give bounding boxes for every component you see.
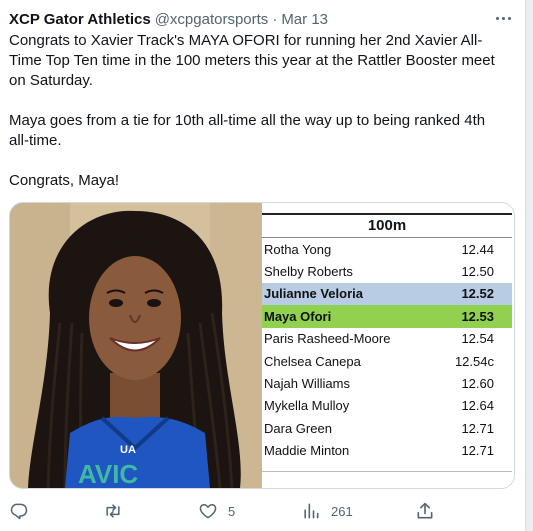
athlete-time: 12.50 (461, 264, 494, 280)
tweet[interactable]: XCP Gator Athletics @xcpgatorsports · Ma… (0, 0, 533, 531)
athlete-name: Chelsea Canepa (264, 353, 361, 369)
athlete-name: Julianne Veloria (264, 286, 363, 302)
table-row: Najah Williams 12.60 (262, 372, 512, 394)
like-button[interactable]: 5 (198, 498, 235, 524)
views-count: 261 (331, 503, 353, 519)
retweet-icon (106, 504, 120, 518)
athlete-name: Najah Williams (264, 376, 350, 392)
table-row: Paris Rasheed-Moore 12.54 (262, 328, 512, 350)
table-row: Mykella Mulloy 12.64 (262, 395, 512, 417)
athlete-time: 12.71 (461, 443, 494, 459)
athlete-illustration: UA AVIC (10, 203, 262, 488)
athlete-time: 12.53 (461, 308, 494, 324)
action-bar: 5 261 (0, 498, 533, 524)
share-button[interactable] (415, 498, 435, 524)
table-row: Chelsea Canepa 12.54c (262, 350, 512, 372)
tweet-paragraph: Congrats, Maya! (9, 172, 120, 189)
ranking-table: 100m Rotha Yong 12.44 Shelby Roberts 12.50 J… (262, 213, 512, 472)
author-handle[interactable]: @xcpgatorsports (155, 11, 269, 28)
views-button[interactable]: 261 (301, 498, 353, 524)
share-icon (417, 502, 433, 519)
table-row: Julianne Veloria 12.52 (262, 282, 512, 306)
athlete-name: Rotha Yong (264, 241, 332, 257)
tweet-header: XCP Gator Athletics @xcpgatorsports · Ma… (9, 9, 503, 29)
table-row: Dara Green 12.71 (262, 417, 512, 439)
reply-icon (10, 503, 28, 520)
athlete-time: 12.54c (454, 353, 494, 369)
separator-dot: · (272, 10, 278, 28)
views-icon (304, 503, 319, 519)
svg-text:UA: UA (120, 444, 136, 456)
athlete-name: Maya Ofori (264, 308, 332, 324)
reply-button[interactable] (9, 498, 29, 524)
like-count: 5 (228, 503, 236, 519)
tweet-paragraph: Maya goes from a tie for 10th all-time a… (9, 112, 486, 149)
tweet-media[interactable]: UA AVIC 100m Rotha Yong 12.44 Shelby Rob… (9, 202, 515, 489)
table-row: Maddie Minton 12.71 (262, 440, 512, 462)
scroll-edge (525, 0, 533, 531)
table-row: Rotha Yong 12.44 (262, 238, 512, 260)
athlete-name: Paris Rasheed-Moore (264, 331, 391, 347)
author-name[interactable]: XCP Gator Athletics (9, 11, 151, 28)
more-options-icon[interactable] (493, 10, 513, 26)
tweet-date[interactable]: Mar 13 (281, 11, 328, 28)
athlete-time: 12.64 (461, 398, 494, 414)
tweet-text: Congrats to Xavier Track's MAYA OFORI fo… (9, 31, 509, 191)
tweet-paragraph: Congrats to Xavier Track's MAYA OFORI fo… (9, 32, 495, 89)
jersey-text: AVIC (78, 459, 138, 488)
athlete-name: Maddie Minton (264, 443, 350, 459)
athlete-time: 12.54 (461, 331, 494, 347)
ranking-table-image: 100m Rotha Yong 12.44 Shelby Roberts 12.50 J… (262, 203, 514, 488)
athlete-time: 12.52 (461, 286, 494, 302)
table-row: Maya Ofori 12.53 (262, 305, 512, 328)
table-title: 100m (262, 215, 512, 238)
athlete-time: 12.44 (461, 241, 494, 257)
athlete-photo[interactable]: UA AVIC (10, 203, 262, 488)
athlete-time: 12.60 (461, 376, 494, 392)
athlete-name: Mykella Mulloy (264, 398, 350, 414)
athlete-name: Shelby Roberts (264, 264, 353, 280)
athlete-time: 12.71 (461, 420, 494, 436)
athlete-name: Dara Green (264, 420, 332, 436)
retweet-button[interactable] (103, 498, 123, 524)
heart-icon (199, 504, 217, 519)
table-row: Shelby Roberts 12.50 (262, 260, 512, 282)
